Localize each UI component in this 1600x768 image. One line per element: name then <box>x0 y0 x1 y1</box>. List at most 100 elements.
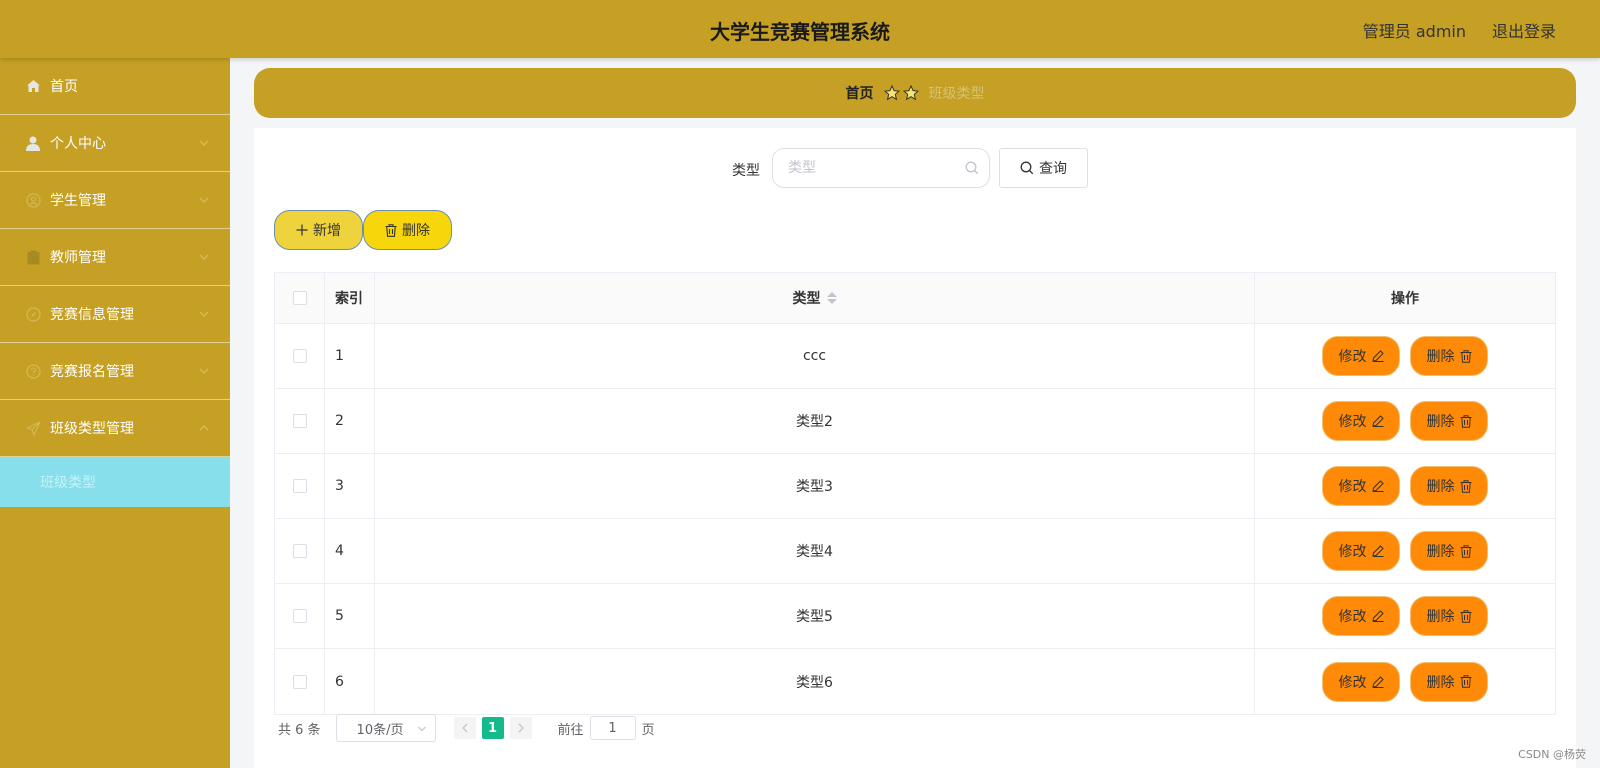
sidebar-item-label: 首页 <box>50 79 78 95</box>
edit-icon <box>1371 545 1384 557</box>
edit-icon <box>1371 675 1384 688</box>
search-icon <box>1020 161 1034 175</box>
header-ops: 操作 <box>1391 291 1419 307</box>
edit-button[interactable]: 修改 <box>1322 401 1400 441</box>
edit-icon <box>1371 415 1384 427</box>
trash-icon <box>385 223 397 237</box>
delete-button[interactable]: 删除 <box>1410 596 1488 636</box>
page-size-select[interactable]: 10条/页 <box>335 714 436 742</box>
search-icon <box>965 161 979 175</box>
chevron-down-icon <box>199 140 209 146</box>
row-checkbox[interactable] <box>292 544 307 558</box>
sidebar-item-label: 班级类型管理 <box>50 421 134 437</box>
search-box <box>772 148 990 188</box>
compass-icon <box>25 306 41 322</box>
table-row: 4 类型4 修改 删除 <box>275 519 1555 584</box>
cell-type: 类型2 <box>375 389 1255 453</box>
header-type[interactable]: 类型 <box>375 273 1255 323</box>
goto-page-input[interactable] <box>589 716 636 740</box>
next-page-button[interactable] <box>509 717 532 739</box>
breadcrumb-current: 班级类型 <box>928 86 985 102</box>
plus-icon <box>296 224 308 236</box>
prev-page-button[interactable] <box>453 717 476 739</box>
select-all-checkbox[interactable] <box>292 291 307 305</box>
chevron-down-icon <box>199 368 209 374</box>
sidebar-item-competition-signup[interactable]: 竞赛报名管理 <box>0 343 230 400</box>
table-row: 5 类型5 修改 删除 <box>275 584 1555 649</box>
row-checkbox[interactable] <box>292 609 307 623</box>
cell-index: 1 <box>325 324 375 388</box>
table-row: 3 类型3 修改 删除 <box>275 454 1555 519</box>
trash-icon <box>1460 479 1471 493</box>
table-row: 6 类型6 修改 删除 <box>275 649 1555 714</box>
delete-button[interactable]: 删除 <box>1410 336 1488 376</box>
breadcrumb: 首页 班级类型 <box>254 68 1576 118</box>
cell-index: 6 <box>325 649 375 714</box>
trash-icon <box>1460 349 1471 363</box>
page-number-current[interactable]: 1 <box>481 717 504 739</box>
delete-button[interactable]: 删除 <box>1410 466 1488 506</box>
edit-button[interactable]: 修改 <box>1322 661 1400 702</box>
home-icon <box>25 78 41 94</box>
breadcrumb-home[interactable]: 首页 <box>846 83 874 103</box>
send-icon <box>25 420 41 436</box>
cell-type: 类型5 <box>375 584 1255 648</box>
edit-button[interactable]: 修改 <box>1322 531 1400 571</box>
header-index: 索引 <box>325 273 375 323</box>
sidebar-item-teachers[interactable]: 教师管理 <box>0 229 230 286</box>
trash-icon <box>1460 609 1471 623</box>
top-header: 大学生竞赛管理系统 管理员 admin 退出登录 <box>0 0 1600 58</box>
delete-button[interactable]: 删除 <box>1410 661 1488 702</box>
clipboard-icon <box>25 249 41 265</box>
edit-icon <box>1371 610 1384 622</box>
query-button[interactable]: 查询 <box>999 148 1088 188</box>
cell-type: ccc <box>375 324 1255 388</box>
sidebar-item-students[interactable]: 学生管理 <box>0 172 230 229</box>
edit-button[interactable]: 修改 <box>1322 596 1400 636</box>
cell-type: 类型6 <box>375 649 1255 714</box>
student-icon <box>25 192 41 208</box>
sidebar-item-label: 个人中心 <box>50 136 106 152</box>
edit-button[interactable]: 修改 <box>1322 466 1400 506</box>
sidebar-item-class-type[interactable]: 班级类型管理 <box>0 400 230 457</box>
batch-delete-button[interactable]: 删除 <box>363 210 452 250</box>
query-button-label: 查询 <box>1039 161 1067 177</box>
main-content: 类型 查询 新增 删除 索引 类型 操作 1 <box>254 128 1576 768</box>
table-header: 索引 类型 操作 <box>275 273 1555 324</box>
search-label: 类型 <box>732 163 760 179</box>
edit-button[interactable]: 修改 <box>1322 336 1400 376</box>
sidebar-item-label: 竞赛信息管理 <box>50 307 134 323</box>
pagination: 共 6 条 10条/页 1 前往 页 <box>278 714 655 742</box>
chevron-up-icon <box>199 425 209 431</box>
delete-button[interactable]: 删除 <box>1410 531 1488 571</box>
sidebar-item-label: 竞赛报名管理 <box>50 364 134 380</box>
chevron-right-icon <box>518 723 524 733</box>
chevron-down-icon <box>199 197 209 203</box>
logout-link[interactable]: 退出登录 <box>1492 18 1556 42</box>
add-button[interactable]: 新增 <box>274 210 363 250</box>
cell-index: 3 <box>325 454 375 518</box>
watermark: CSDN @杨荧 <box>1518 748 1586 761</box>
sort-icon[interactable] <box>826 292 837 304</box>
search-input[interactable] <box>773 149 943 187</box>
sidebar-item-home[interactable]: 首页 <box>0 58 230 115</box>
row-checkbox[interactable] <box>292 674 307 689</box>
cell-index: 2 <box>325 389 375 453</box>
cell-index: 5 <box>325 584 375 648</box>
info-circle-icon <box>25 363 41 379</box>
edit-icon <box>1371 350 1384 362</box>
chevron-left-icon <box>461 723 468 733</box>
row-checkbox[interactable] <box>292 414 307 428</box>
breadcrumb-separator <box>883 85 919 101</box>
cell-index: 4 <box>325 519 375 583</box>
sidebar-item-profile[interactable]: 个人中心 <box>0 115 230 172</box>
row-checkbox[interactable] <box>292 479 307 493</box>
sidebar-subitem-class-type[interactable]: 班级类型 <box>0 457 230 507</box>
sidebar-item-competition-info[interactable]: 竞赛信息管理 <box>0 286 230 343</box>
sidebar-item-label: 学生管理 <box>50 193 106 209</box>
sidebar: 首页 个人中心 学生管理 教师管理 竞赛信息管理 竞赛报名管理 班级类型管理 班… <box>0 58 230 768</box>
chevron-down-icon <box>199 311 209 317</box>
chevron-down-icon <box>199 254 209 260</box>
delete-button[interactable]: 删除 <box>1410 401 1488 441</box>
row-checkbox[interactable] <box>292 349 307 363</box>
